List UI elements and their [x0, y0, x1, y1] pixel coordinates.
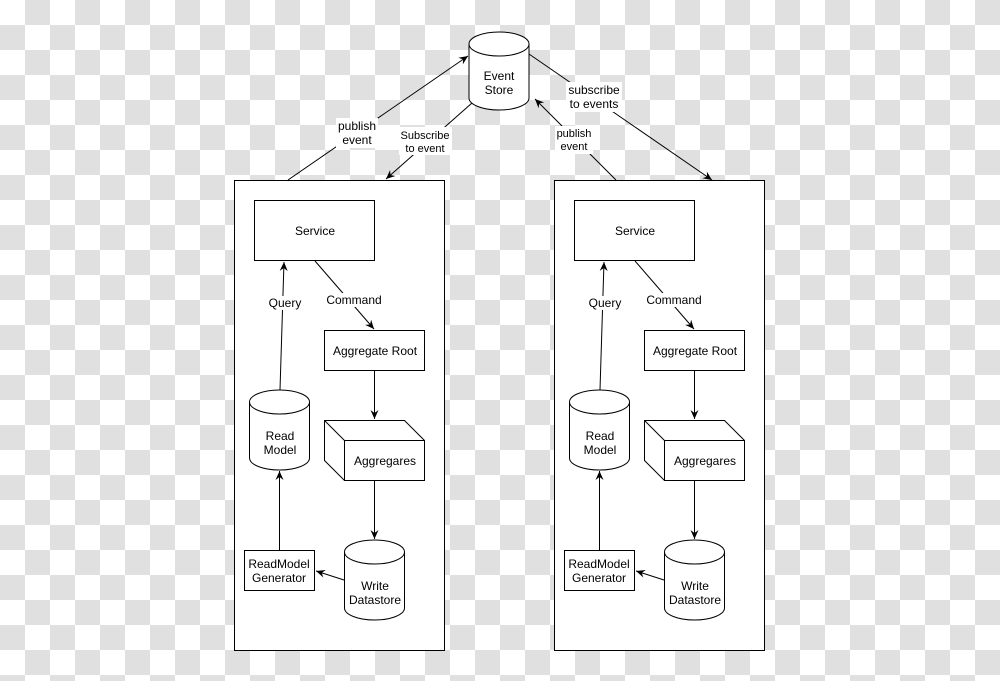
edge-label: subscribe	[568, 83, 620, 97]
service-panel-left: Service Command Aggregate Root Aggregare…	[234, 180, 445, 651]
read-model-cylinder[interactable]: Read Model	[569, 389, 630, 471]
edge-left-subscribe: Subscribe to event	[385, 102, 473, 180]
aggregates-cube[interactable]: Aggregares	[324, 420, 425, 481]
generator-label-1: ReadModel	[248, 557, 309, 571]
aggregate-root-label: Aggregate Root	[653, 344, 738, 358]
edge-label: to event	[405, 143, 444, 155]
event-store-label-2: Store	[485, 83, 514, 97]
architecture-diagram: Event Store publish event Subscribe to e…	[234, 31, 765, 651]
service-panel-right: Service Command Aggregate Root Aggregare…	[554, 180, 765, 651]
generator-label-1: ReadModel	[568, 557, 629, 571]
query-label: Query	[269, 296, 302, 310]
edge-left-publish: publish event	[287, 55, 469, 181]
read-model-label-2: Model	[584, 443, 617, 457]
edge-right-subscribe: subscribe to events	[528, 53, 713, 181]
aggregate-root-label: Aggregate Root	[333, 344, 418, 358]
write-datastore-label-1: Write	[361, 579, 389, 593]
service-label: Service	[615, 224, 655, 238]
edge-label: Subscribe	[401, 130, 450, 142]
command-label: Command	[326, 293, 381, 307]
aggregates-label: Aggregares	[354, 454, 416, 468]
generator-label-2: Generator	[252, 571, 306, 585]
write-datastore-label-1: Write	[681, 579, 709, 593]
event-store-cylinder[interactable]: Event Store	[468, 31, 530, 111]
service-label: Service	[295, 224, 335, 238]
edge-label: event	[342, 133, 372, 147]
read-model-label-2: Model	[264, 443, 297, 457]
generator-label-2: Generator	[572, 571, 626, 585]
event-store-label-1: Event	[484, 69, 515, 83]
read-model-label-1: Read	[266, 429, 295, 443]
read-model-label-1: Read	[586, 429, 615, 443]
aggregates-cube[interactable]: Aggregares	[644, 420, 745, 481]
write-datastore-cylinder[interactable]: Write Datastore	[344, 539, 405, 621]
write-datastore-label-2: Datastore	[349, 593, 401, 607]
edge-label: publish	[557, 128, 592, 140]
write-datastore-label-2: Datastore	[669, 593, 721, 607]
write-datastore-cylinder[interactable]: Write Datastore	[664, 539, 725, 621]
edge-label: publish	[338, 119, 376, 133]
aggregates-label: Aggregares	[674, 454, 736, 468]
command-label: Command	[646, 293, 701, 307]
read-model-cylinder[interactable]: Read Model	[249, 389, 310, 471]
edge-label: to events	[570, 97, 619, 111]
query-label: Query	[589, 296, 622, 310]
edge-label: event	[561, 141, 588, 153]
